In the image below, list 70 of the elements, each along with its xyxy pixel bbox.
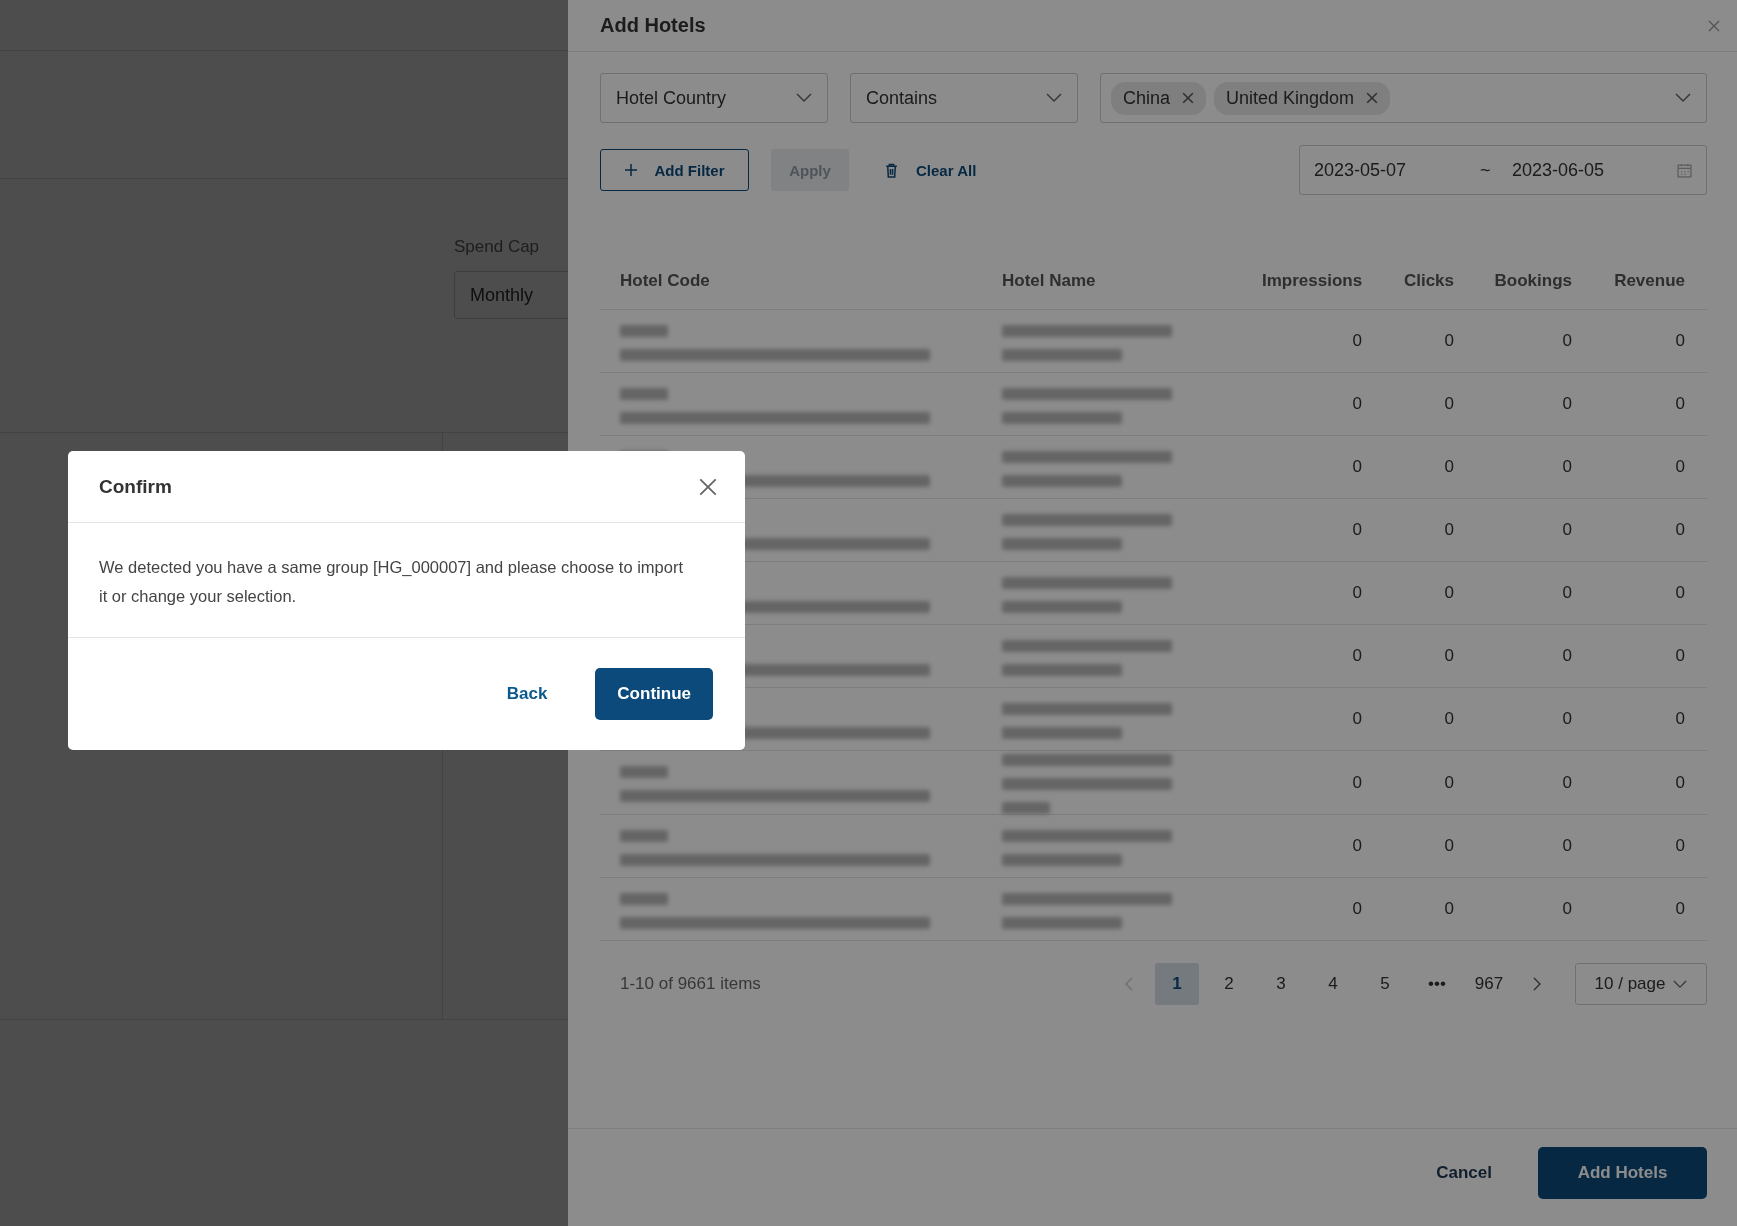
table-cell: 0 (1562, 709, 1572, 728)
table-cell: 0 (1675, 646, 1685, 665)
table-cell: 0 (1444, 772, 1454, 792)
table-cell: 0 (1675, 331, 1685, 350)
tag: China (1111, 81, 1207, 115)
dialog-message: We detected you have a same group [HG_000007] and please choose to import it or change your selection. (99, 557, 684, 607)
column-header: Hotel Name (1001, 271, 1097, 291)
add-hotels-button[interactable]: Add Hotels (1538, 1146, 1707, 1199)
table-cell: 0 (1352, 899, 1362, 918)
item-count: 1-10 of 9661 items (620, 974, 761, 994)
table-cell: 0 (1675, 836, 1685, 855)
column-header: Impressions (1261, 271, 1364, 291)
table-cell: 0 (1444, 457, 1454, 476)
clear-all-button[interactable]: Clear All (879, 160, 983, 180)
table-cell: 0 (1444, 836, 1454, 855)
table-cell: 0 (1675, 772, 1685, 792)
table-cell: 0 (1562, 836, 1572, 855)
table-cell: 0 (1562, 899, 1572, 918)
table-cell: 0 (1352, 836, 1362, 855)
column-header: Revenue (1613, 271, 1686, 291)
tag: United Kingdom (1214, 81, 1391, 115)
table-cell: 0 (1675, 457, 1685, 476)
table-cell: 0 (1675, 899, 1685, 918)
field-select[interactable]: Hotel Country (600, 73, 828, 123)
table-cell: 0 (1352, 331, 1362, 350)
date-range-field[interactable]: 2023-05-07 ~ 2023-06-05 (1299, 145, 1707, 195)
value-select[interactable]: China United Kingdom (1100, 73, 1707, 123)
table-cell: 0 (1562, 772, 1572, 792)
page-button[interactable]: 967 (1467, 963, 1511, 1005)
column-header: Hotel Code (619, 271, 711, 291)
add-filter-button[interactable]: Add Filter (600, 149, 749, 191)
page-size-select[interactable]: 10 / page (1575, 963, 1707, 1005)
page-button[interactable]: 2 (1207, 963, 1251, 1005)
operator-select[interactable]: Contains (850, 73, 1078, 123)
table-cell: 0 (1562, 331, 1572, 350)
table-cell: 0 (1352, 457, 1362, 476)
table-cell: 0 (1444, 709, 1454, 728)
drawer-title: Add Hotels (600, 14, 706, 37)
table-cell: 0 (1675, 709, 1685, 728)
table-cell: 0 (1352, 394, 1362, 413)
column-header: Bookings (1493, 271, 1573, 291)
table-cell: 0 (1675, 394, 1685, 413)
table-cell: 0 (1352, 583, 1362, 602)
dialog-title: Confirm (99, 475, 172, 498)
table-cell: 0 (1562, 646, 1572, 665)
table-cell: 0 (1352, 646, 1362, 665)
table-cell: 0 (1444, 394, 1454, 413)
cancel-button[interactable]: Cancel (1430, 1161, 1498, 1184)
table-cell: 0 (1562, 583, 1572, 602)
table-cell: 0 (1562, 394, 1572, 413)
page-button[interactable]: 4 (1311, 963, 1355, 1005)
page-button[interactable]: ••• (1415, 963, 1459, 1005)
column-header: Clicks (1402, 271, 1455, 291)
table-cell: 0 (1352, 709, 1362, 728)
table-cell: 0 (1444, 646, 1454, 665)
table-cell: 0 (1675, 520, 1685, 539)
table-cell: 0 (1444, 583, 1454, 602)
page-button[interactable]: 1 (1155, 963, 1199, 1005)
page-button[interactable]: 3 (1259, 963, 1303, 1005)
back-button[interactable]: Back (500, 683, 554, 705)
continue-button[interactable]: Continue (595, 668, 713, 720)
table-cell: 0 (1444, 331, 1454, 350)
table-cell: 0 (1562, 520, 1572, 539)
page-button[interactable]: 5 (1363, 963, 1407, 1005)
table-cell: 0 (1352, 520, 1362, 539)
table-cell: 0 (1562, 457, 1572, 476)
table-cell: 0 (1444, 899, 1454, 918)
table-cell: 0 (1444, 520, 1454, 539)
table-cell: 0 (1352, 772, 1362, 792)
table-cell: 0 (1675, 583, 1685, 602)
